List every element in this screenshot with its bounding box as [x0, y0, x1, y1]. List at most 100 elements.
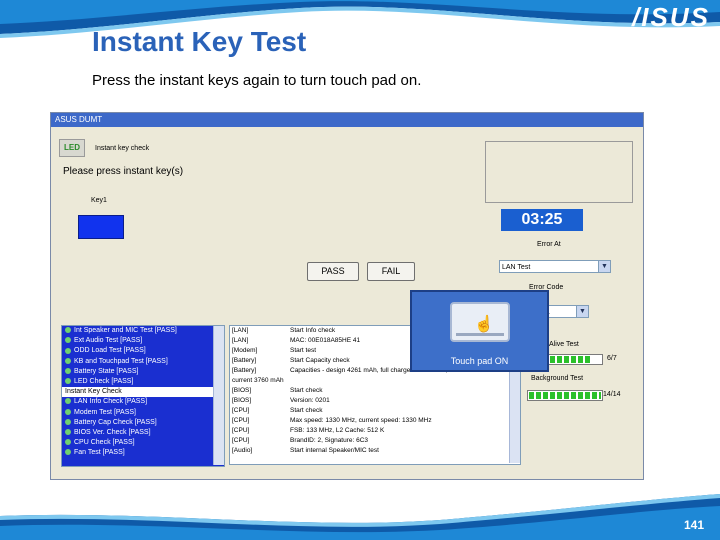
test-list-item[interactable]: Fan Test [PASS] [62, 448, 224, 458]
alive-test-value: 6/7 [607, 355, 617, 362]
check-icon [65, 408, 71, 415]
window-titlebar: ASUS DUMT [51, 113, 643, 127]
test-list-item-label: Int Speaker and MIC Test [PASS] [74, 327, 177, 334]
instruction-text: Please press instant key(s) [63, 166, 184, 177]
test-list-scrollbar[interactable] [213, 326, 224, 465]
touchpad-icon: ☝ [450, 302, 510, 342]
test-list-item[interactable]: LAN Info Check [PASS] [62, 397, 224, 407]
log-message: Start Capacity check [290, 357, 350, 364]
test-list-item[interactable]: Battery Cap Check [PASS] [62, 418, 224, 428]
check-icon [65, 449, 71, 456]
log-message: Start Info check [290, 327, 336, 334]
key-indicator [78, 215, 124, 239]
log-message: Start internal Speaker/MIC test [290, 447, 379, 454]
key-label: Key1 [91, 197, 107, 204]
log-row: current 3760 mAh [230, 376, 520, 386]
test-list-item[interactable]: Instant Key Check [62, 387, 224, 398]
log-source: [Battery] [232, 367, 257, 374]
touchpad-status-label: Touch pad ON [450, 356, 509, 366]
error-at-select[interactable]: LAN Test ▼ [499, 260, 611, 273]
log-source: [Modem] [232, 347, 258, 354]
test-list-item[interactable]: ODD Load Test [PASS] [62, 346, 224, 356]
error-at-label: Error At [537, 241, 561, 248]
log-message: Max speed: 1330 MHz, current speed: 1330… [290, 417, 432, 424]
log-source: [Battery] [232, 357, 257, 364]
log-source: [Audio] [232, 447, 253, 454]
test-list-item-label: Battery Cap Check [PASS] [74, 418, 157, 426]
chevron-down-icon[interactable]: ▼ [576, 306, 588, 317]
log-message: Start check [290, 407, 323, 414]
test-list-item-label: Modem Test [PASS] [74, 408, 136, 416]
check-icon [65, 337, 71, 344]
log-row: [CPU] Start check [230, 406, 520, 416]
log-message: BrandID: 2, Signature: 6C3 [290, 437, 369, 444]
log-source: [CPU] [232, 417, 250, 424]
log-message: Version: 0201 [290, 397, 330, 404]
background-test-value: 14/14 [603, 391, 621, 398]
alive-test-label: Alive Test [549, 341, 579, 348]
error-code-select[interactable]: 1 ▼ [543, 305, 589, 318]
test-list-item-label: Battery State [PASS] [74, 367, 139, 375]
test-list-item[interactable]: Battery State [PASS] [62, 367, 224, 377]
log-source: [BIOS] [232, 397, 252, 404]
check-icon [65, 439, 71, 446]
slide-title: Instant Key Test [92, 26, 307, 57]
check-icon [65, 347, 71, 354]
log-message: Start test [290, 347, 317, 354]
log-row: [CPU] FSB: 133 MHz, L2 Cache: 512 K [230, 426, 520, 436]
log-row: [BIOS] Version: 0201 [230, 396, 520, 406]
check-icon [65, 418, 71, 425]
check-icon [65, 357, 71, 364]
log-source: [CPU] [232, 427, 250, 434]
test-list-item[interactable]: LED Check [PASS] [62, 377, 224, 387]
test-list[interactable]: Int Speaker and MIC Test [PASS] Ext Audio… [61, 325, 225, 467]
log-message: MAC: 00E018A85HE 41 [290, 337, 361, 344]
background-test-progress [527, 390, 603, 401]
background-test-label: Background Test [531, 375, 584, 382]
log-row: [Audio] Start internal Speaker/MIC test [230, 446, 520, 456]
hand-pointer-icon: ☝ [474, 316, 494, 333]
test-list-item-label: Fan Test [PASS] [74, 449, 125, 457]
asus-dumt-window: ASUS DUMT LED Instant key check Please p… [50, 112, 644, 480]
test-list-item[interactable]: Modem Test [PASS] [62, 408, 224, 418]
section-label: Instant key check [95, 145, 150, 152]
led-indicator: LED [59, 139, 85, 157]
test-list-item[interactable]: BIOS Ver. Check [PASS] [62, 428, 224, 438]
log-source: current 3760 mAh [232, 377, 284, 384]
check-icon [65, 367, 71, 374]
page-number: 141 [683, 518, 704, 532]
timer-display: 03:25 [501, 209, 583, 231]
log-row: [CPU] Max speed: 1330 MHz, current speed:… [230, 416, 520, 426]
test-list-item-label: Instant Key Check [65, 388, 122, 396]
footer-band [0, 494, 720, 540]
check-icon [65, 429, 71, 436]
asus-logo: /ISUS [632, 2, 710, 32]
log-source: [CPU] [232, 437, 250, 444]
test-list-item-label: LED Check [PASS] [74, 377, 134, 385]
pass-button[interactable]: PASS [307, 262, 359, 281]
test-list-item[interactable]: Int Speaker and MIC Test [PASS] [62, 326, 224, 336]
log-row: [BIOS] Start check [230, 386, 520, 396]
check-icon [65, 378, 71, 385]
error-at-value: LAN Test [502, 264, 531, 271]
test-list-item-label: ODD Load Test [PASS] [74, 347, 146, 355]
slide-subtitle: Press the instant keys again to turn tou… [92, 72, 422, 89]
log-message: FSB: 133 MHz, L2 Cache: 512 K [290, 427, 385, 434]
check-icon [65, 398, 71, 405]
test-list-item[interactable]: CPU Check [PASS] [62, 438, 224, 448]
chevron-down-icon[interactable]: ▼ [598, 261, 610, 272]
log-source: [LAN] [232, 337, 249, 344]
log-source: [CPU] [232, 407, 250, 414]
test-list-item-label: Ext Audio Test [PASS] [74, 337, 143, 345]
fail-button[interactable]: FAIL [367, 262, 415, 281]
check-icon [65, 327, 71, 334]
test-list-item-label: BIOS Ver. Check [PASS] [74, 428, 151, 436]
test-list-item-label: CPU Check [PASS] [74, 439, 135, 447]
log-source: [LAN] [232, 327, 249, 334]
log-source: [BIOS] [232, 387, 252, 394]
test-list-item[interactable]: Ext Audio Test [PASS] [62, 336, 224, 346]
preview-panel [485, 141, 633, 203]
test-list-item-label: LAN Info Check [PASS] [74, 398, 148, 406]
test-list-item-label: KB and Touchpad Test [PASS] [74, 357, 168, 365]
test-list-item[interactable]: KB and Touchpad Test [PASS] [62, 357, 224, 367]
